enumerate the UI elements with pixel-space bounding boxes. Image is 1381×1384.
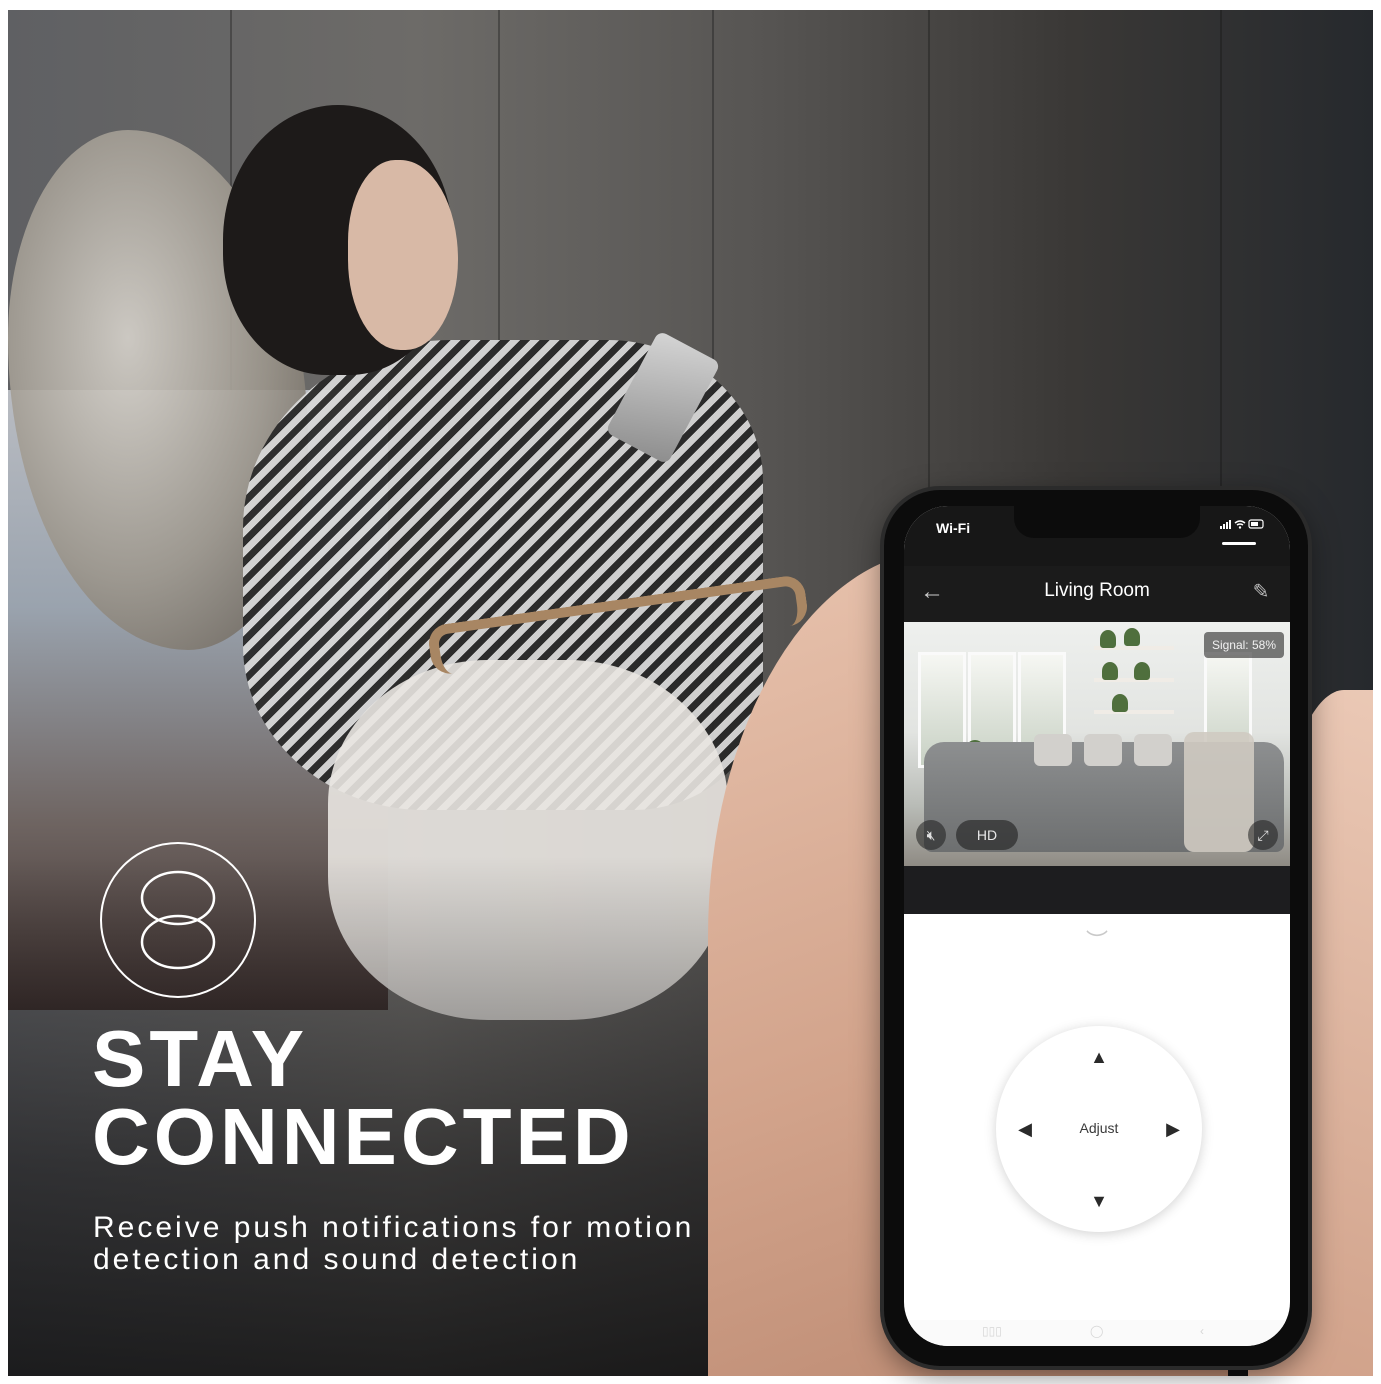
video-toolbar-area bbox=[904, 866, 1290, 914]
pan-up-button[interactable]: ▲ bbox=[1084, 1042, 1114, 1072]
cushion bbox=[1134, 734, 1172, 766]
plant bbox=[1112, 694, 1128, 712]
blanket bbox=[1184, 732, 1254, 852]
camera-live-view[interactable]: Signal: 58% 🔇︎ HD ⤢ bbox=[904, 622, 1290, 866]
home-indicator bbox=[1222, 542, 1256, 545]
notch bbox=[1014, 506, 1200, 538]
subtitle-line: detection and sound detection bbox=[93, 1243, 581, 1276]
wall-panel bbox=[1220, 10, 1222, 490]
pan-down-button[interactable]: ▼ bbox=[1084, 1186, 1114, 1216]
system-nav-bar: ▯▯▯ ◯ ‹ bbox=[904, 1320, 1290, 1346]
phone-screen: Wi-Fi ← Living Room ✎ Signal: 58% 🔇︎ HD … bbox=[904, 506, 1290, 1346]
ptz-control-pad[interactable]: ▲ ◀ Adjust ▶ ▼ bbox=[996, 1026, 1202, 1232]
back-button[interactable]: ‹ bbox=[1200, 1324, 1204, 1338]
headline-line: CONNECTED bbox=[92, 1092, 635, 1181]
plant bbox=[1134, 662, 1150, 680]
smartphone: Wi-Fi ← Living Room ✎ Signal: 58% 🔇︎ HD … bbox=[884, 490, 1308, 1366]
mute-icon[interactable]: 🔇︎ bbox=[916, 820, 946, 850]
status-bar: Wi-Fi bbox=[904, 506, 1290, 566]
chevron-down-icon[interactable]: ︶ bbox=[904, 924, 1290, 956]
headline: STAY CONNECTED bbox=[92, 1014, 635, 1181]
cushion bbox=[1084, 734, 1122, 766]
headline-line: STAY bbox=[92, 1014, 309, 1103]
app-bar: ← Living Room ✎ bbox=[904, 566, 1290, 622]
plant bbox=[1102, 662, 1118, 680]
hd-quality-button[interactable]: HD bbox=[956, 820, 1018, 850]
signal-badge: Signal: 58% bbox=[1203, 632, 1284, 658]
carrier-label: Wi-Fi bbox=[936, 520, 971, 536]
plant bbox=[1100, 630, 1116, 648]
shelf bbox=[1094, 710, 1174, 714]
page-title: Living Room bbox=[1044, 580, 1150, 601]
pencil-icon[interactable]: ✎ bbox=[1248, 578, 1274, 606]
cushion bbox=[1034, 734, 1072, 766]
subtitle-line: Receive push notifications for motion bbox=[93, 1211, 695, 1244]
pan-right-button[interactable]: ▶ bbox=[1158, 1114, 1188, 1144]
infinity-loop-icon bbox=[100, 842, 256, 998]
recent-apps-button[interactable]: ▯▯▯ bbox=[982, 1324, 1002, 1338]
plant bbox=[1124, 628, 1140, 646]
fullscreen-icon[interactable]: ⤢ bbox=[1248, 820, 1278, 850]
subtitle: Receive push notifications for motion de… bbox=[93, 1212, 793, 1276]
home-button[interactable]: ◯ bbox=[1090, 1324, 1103, 1338]
status-icons bbox=[1220, 518, 1266, 533]
